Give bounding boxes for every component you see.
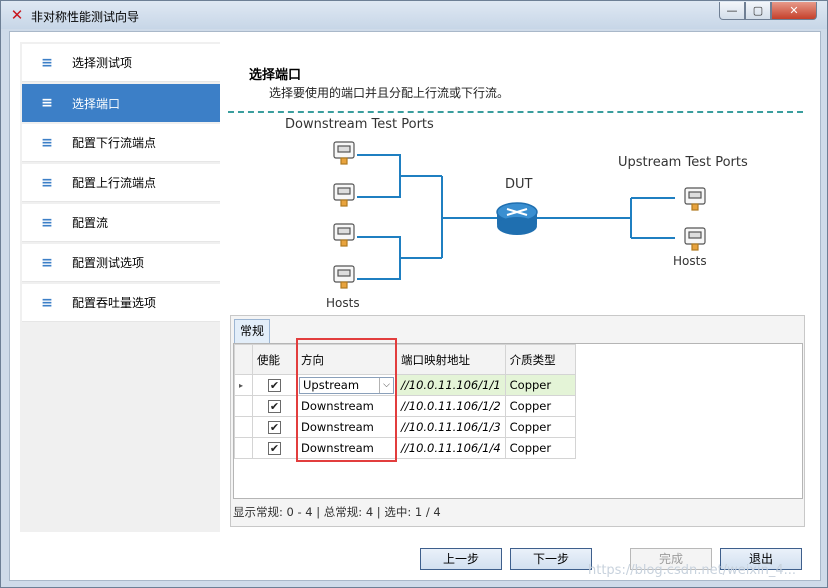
sidebar-item-label: 配置吞吐量选项 [72, 296, 157, 310]
title-bar: ✕ 非对称性能测试向导 — ▢ ✕ [1, 1, 827, 29]
page-description: 选择要使用的端口并且分配上行流或下行流。 [269, 86, 510, 100]
ports-grid: 使能 方向 端口映射地址 介质类型 ▸ ✔ Upstream ⌵ //10.0.… [233, 338, 803, 499]
sidebar-item-throughput-options[interactable]: ≡ 配置吞吐量选项 [22, 284, 220, 322]
window-title: 非对称性能测试向导 [31, 10, 140, 24]
sidebar-item-label: 配置测试选项 [72, 256, 145, 270]
sidebar-item-label: 配置上行流端点 [72, 176, 157, 190]
host-icon [333, 183, 355, 207]
wizard-window: ✕ 非对称性能测试向导 — ▢ ✕ ≡ 选择测试项 ≡ 选择端口 ≡ 配置下行流… [0, 0, 828, 588]
media-cell: Copper [504, 437, 576, 459]
sidebar-item-label: 选择端口 [72, 96, 121, 111]
address-cell: //10.0.11.106/1/4 [396, 437, 506, 459]
app-logo-icon: ✕ [10, 6, 24, 24]
row-header-cell [234, 344, 253, 375]
media-cell: Copper [504, 374, 576, 396]
downstream-ports-label: Downstream Test Ports [285, 117, 434, 132]
list-icon: ≡ [41, 54, 53, 71]
sidebar-item-upstream-endpoints[interactable]: ≡ 配置上行流端点 [22, 164, 220, 202]
sidebar-item-label: 配置下行流端点 [72, 136, 157, 150]
previous-button[interactable]: 上一步 [420, 548, 502, 570]
list-icon: ≡ [41, 294, 53, 311]
table-row[interactable]: ▸ ✔ Upstream ⌵ //10.0.11.106/1/1 Copper [234, 374, 576, 396]
column-header-media[interactable]: 介质类型 [504, 344, 576, 375]
sidebar-item-label: 配置流 [72, 216, 109, 230]
sidebar-item-select-ports[interactable]: ≡ 选择端口 [22, 84, 220, 122]
row-indicator-icon: ▸ [234, 374, 253, 396]
list-icon: ≡ [41, 95, 53, 111]
watermark: https://blog.csdn.net/weixin_4... [588, 563, 797, 578]
table-row[interactable]: ✔ Downstream //10.0.11.106/1/4 Copper [234, 437, 576, 459]
table-row[interactable]: ✔ Downstream //10.0.11.106/1/2 Copper [234, 395, 576, 417]
sidebar-item-test-options[interactable]: ≡ 配置测试选项 [22, 244, 220, 282]
sidebar-item-configure-streams[interactable]: ≡ 配置流 [22, 204, 220, 242]
list-icon: ≡ [41, 214, 53, 231]
sidebar-item-label: 选择测试项 [72, 56, 133, 70]
column-header-enable[interactable]: 使能 [252, 344, 297, 375]
grid-header-row: 使能 方向 端口映射地址 介质类型 [234, 344, 576, 375]
list-icon: ≡ [41, 254, 53, 271]
address-cell: //10.0.11.106/1/2 [396, 395, 506, 417]
tab-general[interactable]: 常规 [234, 319, 270, 343]
close-button[interactable]: ✕ [771, 2, 817, 20]
table-row[interactable]: ✔ Downstream //10.0.11.106/1/3 Copper [234, 416, 576, 438]
maximize-button[interactable]: ▢ [745, 2, 771, 20]
step-sidebar: ≡ 选择测试项 ≡ 选择端口 ≡ 配置下行流端点 ≡ 配置上行流端点 ≡ 配置流… [20, 42, 220, 532]
host-icon [684, 227, 706, 251]
list-icon: ≡ [41, 174, 53, 191]
host-icon [333, 223, 355, 247]
main-content: 选择端口 选择要使用的端口并且分配上行流或下行流。 Downstream Tes… [225, 42, 815, 532]
enable-checkbox[interactable]: ✔ [268, 400, 281, 413]
wizard-body: ≡ 选择测试项 ≡ 选择端口 ≡ 配置下行流端点 ≡ 配置上行流端点 ≡ 配置流… [9, 31, 821, 581]
sidebar-item-select-test[interactable]: ≡ 选择测试项 [22, 44, 220, 82]
address-cell: //10.0.11.106/1/3 [396, 416, 506, 438]
enable-checkbox[interactable]: ✔ [268, 421, 281, 434]
highlight-annotation [296, 338, 397, 462]
sidebar-item-downstream-endpoints[interactable]: ≡ 配置下行流端点 [22, 124, 220, 162]
column-header-address[interactable]: 端口映射地址 [396, 344, 506, 375]
host-icon [333, 265, 355, 289]
upstream-ports-label: Upstream Test Ports [618, 155, 748, 170]
page-title: 选择端口 [249, 68, 302, 83]
hosts-left-label: Hosts [326, 296, 360, 310]
hosts-right-label: Hosts [673, 254, 707, 268]
address-cell: //10.0.11.106/1/1 [396, 374, 506, 396]
host-icon [684, 187, 706, 211]
enable-checkbox[interactable]: ✔ [268, 442, 281, 455]
media-cell: Copper [504, 395, 576, 417]
host-icon [333, 141, 355, 165]
list-icon: ≡ [41, 134, 53, 151]
topology-diagram: Downstream Test Ports Upstream Test Port… [285, 117, 748, 310]
grid-status: 显示常规: 0 - 4 | 总常规: 4 | 选中: 1 / 4 [233, 505, 441, 519]
media-cell: Copper [504, 416, 576, 438]
dut-label: DUT [505, 177, 533, 192]
router-icon [496, 202, 538, 235]
enable-checkbox[interactable]: ✔ [268, 379, 281, 392]
minimize-button[interactable]: — [719, 2, 745, 20]
ports-panel: 常规 使能 方向 端口映射地址 介质类型 ▸ ✔ Upstream ⌵ //10… [230, 315, 805, 527]
next-button[interactable]: 下一步 [510, 548, 592, 570]
